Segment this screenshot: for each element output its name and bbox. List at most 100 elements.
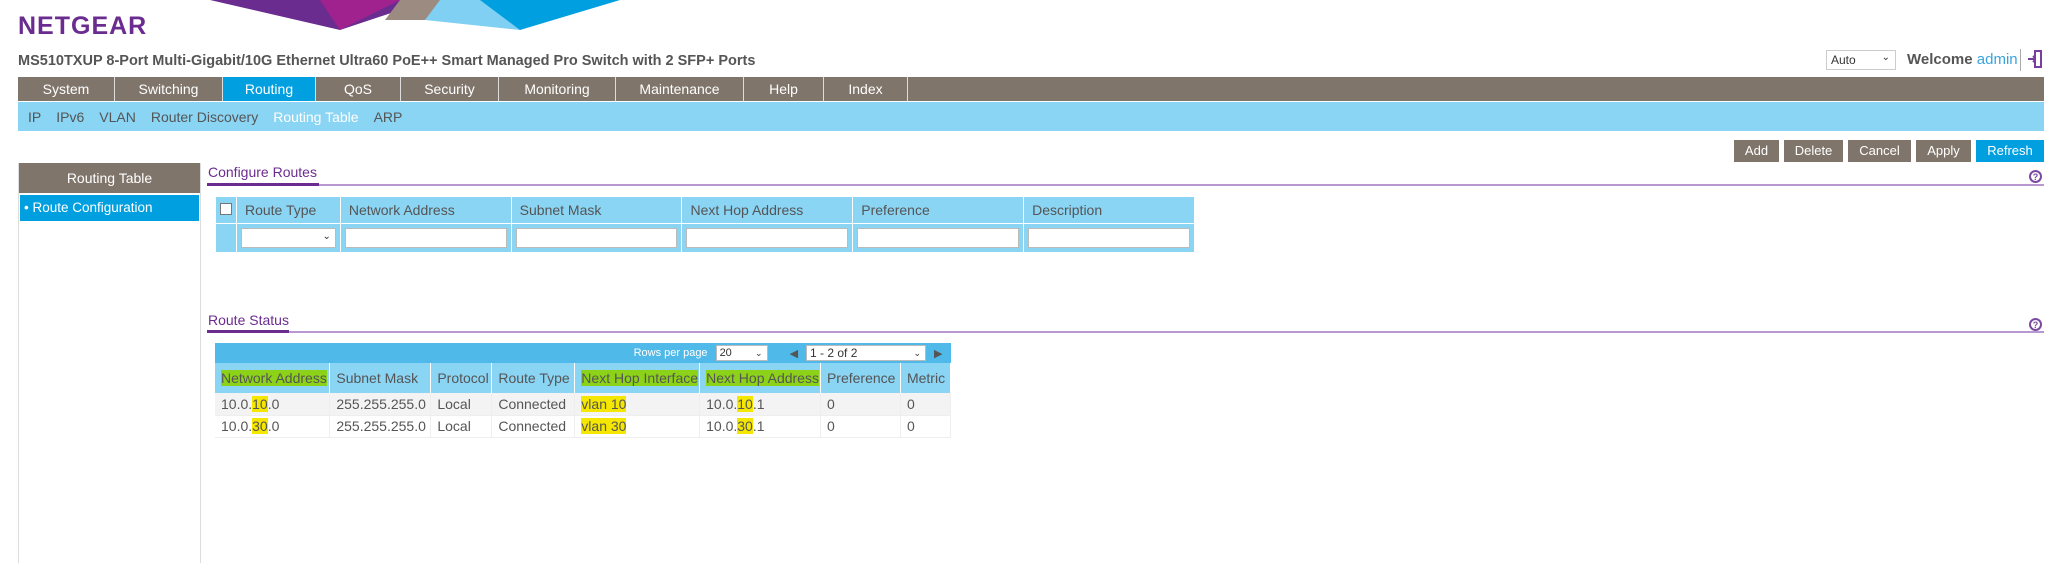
highlighted-text: vlan 30 (581, 418, 627, 434)
column-header: Route Type (235, 196, 341, 224)
cancel-button[interactable]: Cancel (1848, 140, 1911, 162)
description-cell (1023, 223, 1195, 253)
route-type-cell: ⌄ (235, 223, 341, 253)
configure-routes-title: Configure Routes (208, 164, 317, 180)
logout-icon[interactable] (2027, 49, 2043, 69)
user-link[interactable]: admin (1977, 51, 2018, 68)
text: 10.0. (706, 418, 738, 434)
nav-maintenance[interactable]: Maintenance (616, 77, 744, 101)
description-input[interactable] (1028, 228, 1190, 248)
rows-per-page-label: Rows per page (633, 347, 708, 359)
next-hop-cell (681, 223, 854, 253)
nav-routing[interactable]: Routing (223, 77, 316, 101)
chevron-down-icon: ⌄ (322, 231, 331, 242)
subnet-mask-input[interactable] (515, 228, 678, 248)
column-header: Preference (852, 196, 1025, 224)
nav-qos[interactable]: QoS (316, 77, 401, 101)
subnav-routing-table[interactable]: Routing Table (273, 109, 358, 125)
header-label: Next Hop Address (706, 370, 819, 386)
header-label: Next Hop Interface (581, 370, 699, 386)
next-hop-interface-cell: vlan 30 (574, 415, 701, 438)
table-row: 10.0.10.0 255.255.255.0 Local Connected … (215, 393, 952, 416)
route-status-title: Route Status (208, 312, 289, 328)
apply-button[interactable]: Apply (1916, 140, 1971, 162)
route-type-select[interactable]: ⌄ (240, 228, 336, 248)
sidebar: Routing Table • Route Configuration (18, 163, 201, 563)
next-hop-address-cell: 10.0.10.1 (699, 393, 821, 416)
preference-input[interactable] (857, 228, 1020, 248)
highlighted-text: vlan 10 (581, 395, 627, 412)
metric-cell: 0 (900, 393, 952, 416)
next-hop-address-cell: 10.0.30.1 (699, 415, 821, 438)
sidebar-item-route-configuration[interactable]: • Route Configuration (20, 195, 199, 221)
subnav-vlan[interactable]: VLAN (99, 109, 136, 125)
language-value: Auto (1831, 53, 1856, 67)
page-range: 1 - 2 of 2 (810, 346, 858, 360)
network-address-input[interactable] (344, 228, 507, 248)
protocol-cell: Local (430, 415, 493, 438)
nav-help[interactable]: Help (744, 77, 824, 101)
refresh-button[interactable]: Refresh (1976, 140, 2044, 162)
subnav-router-discovery[interactable]: Router Discovery (151, 109, 258, 125)
column-header: Protocol (430, 363, 493, 393)
next-page-icon[interactable]: ▶ (934, 347, 942, 360)
help-icon[interactable]: ? (2029, 318, 2042, 331)
netgear-logo: NETGEAR (18, 12, 148, 40)
subnav-arp[interactable]: ARP (374, 109, 403, 125)
subnav-ipv6[interactable]: IPv6 (56, 109, 84, 125)
next-hop-address-input[interactable] (686, 228, 849, 248)
preference-cell: 0 (820, 393, 901, 416)
column-header: Network Address (215, 363, 331, 393)
nav-index[interactable]: Index (824, 77, 908, 101)
network-address-cell (339, 223, 512, 253)
brand-banner (210, 0, 620, 30)
route-status-table: Rows per page 20 ⌄ ◀ 1 - 2 of 2 ⌄ ▶ Networ… (215, 343, 952, 438)
page-select[interactable]: 1 - 2 of 2 ⌄ (806, 345, 927, 361)
text: 10.0. (221, 395, 253, 412)
subnav-ip[interactable]: IP (28, 109, 41, 125)
chevron-down-icon: ⌄ (755, 348, 763, 358)
highlighted-text: 30 (737, 418, 753, 434)
column-header: Description (1023, 196, 1195, 224)
delete-button[interactable]: Delete (1784, 140, 1843, 162)
welcome-text: Welcome admin (1907, 51, 2018, 68)
column-header: Network Address (339, 196, 512, 224)
sidebar-header: Routing Table (19, 163, 200, 193)
column-header: Metric (900, 363, 952, 393)
nav-switching[interactable]: Switching (115, 77, 223, 101)
network-address-cell: 10.0.30.0 (215, 415, 331, 438)
subnet-mask-cell: 255.255.255.0 (329, 415, 432, 438)
column-header: Route Type (491, 363, 576, 393)
text: 10.0. (706, 395, 738, 412)
chevron-down-icon: ⌄ (913, 348, 922, 358)
pagination-bar: Rows per page 20 ⌄ ◀ 1 - 2 of 2 ⌄ ▶ (215, 343, 951, 363)
empty-cell (215, 223, 237, 253)
help-icon[interactable]: ? (2029, 170, 2042, 183)
route-type-cell: Connected (491, 415, 576, 438)
route-type-cell: Connected (491, 393, 576, 416)
rows-per-page-select[interactable]: 20 ⌄ (715, 345, 768, 361)
sub-nav: IP IPv6 VLAN Router Discovery Routing Ta… (18, 102, 2044, 131)
select-all-header (215, 196, 237, 224)
text: .1 (752, 395, 765, 412)
select-all-checkbox[interactable] (220, 203, 232, 215)
add-button[interactable]: Add (1734, 140, 1779, 162)
column-header: Subnet Mask (329, 363, 432, 393)
subnet-mask-cell: 255.255.255.0 (329, 393, 432, 416)
subnet-mask-cell (510, 223, 683, 253)
language-select[interactable]: Auto ⌄ (1826, 50, 1896, 70)
table-row: 10.0.30.0 255.255.255.0 Local Connected … (215, 415, 952, 438)
protocol-cell: Local (430, 393, 493, 416)
prev-page-icon[interactable]: ◀ (790, 347, 798, 360)
preference-cell (852, 223, 1025, 253)
column-header: Subnet Mask (510, 196, 683, 224)
welcome-label: Welcome (1907, 51, 1973, 68)
metric-cell: 0 (900, 415, 952, 438)
nav-monitoring[interactable]: Monitoring (499, 77, 616, 101)
nav-security[interactable]: Security (401, 77, 499, 101)
chevron-down-icon: ⌄ (1881, 52, 1890, 63)
text: .1 (752, 418, 765, 434)
rows-per-page-value: 20 (719, 347, 732, 359)
section-divider (207, 183, 2044, 186)
nav-system[interactable]: System (18, 77, 115, 101)
